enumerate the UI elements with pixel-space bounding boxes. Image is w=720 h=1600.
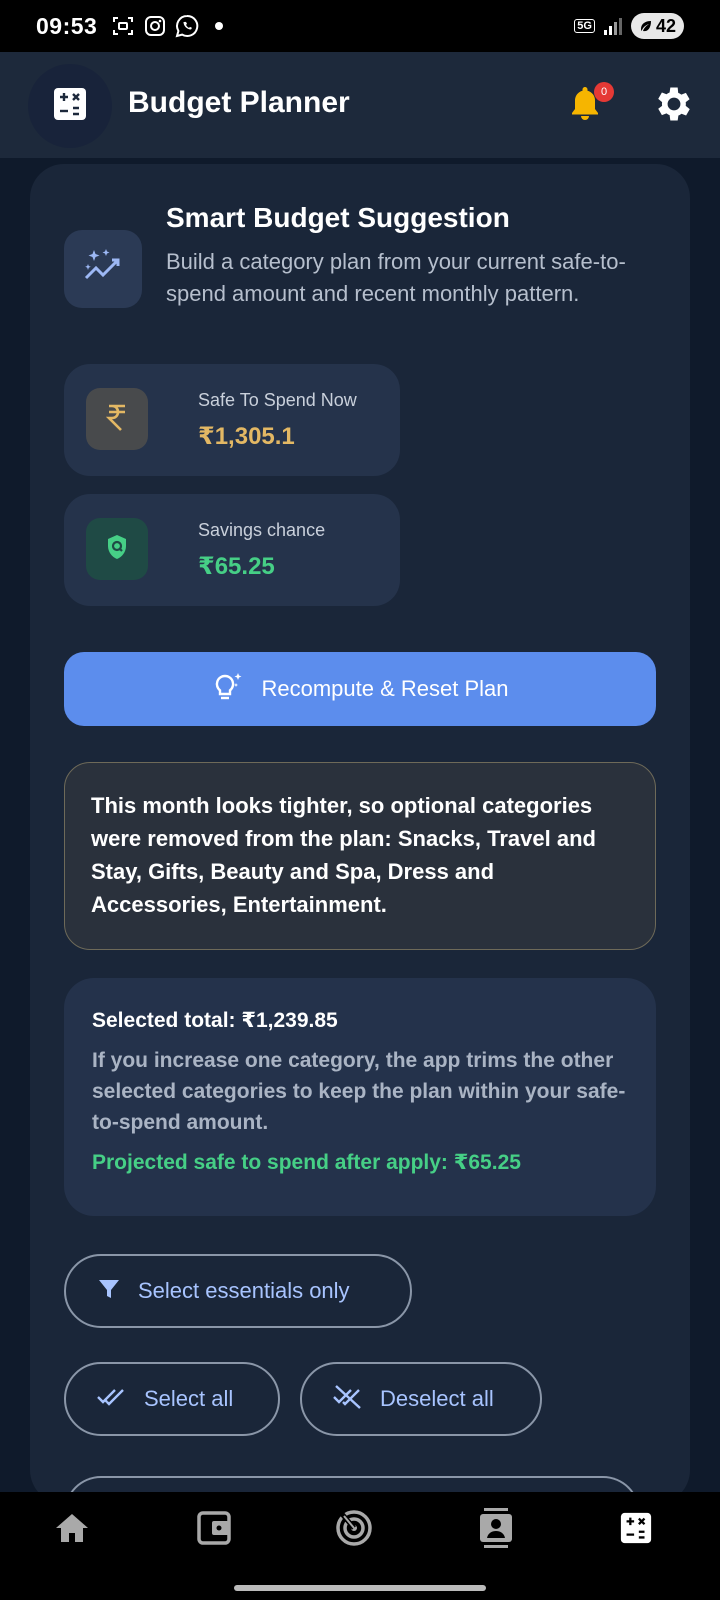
status-time: 09:53 — [36, 12, 98, 39]
notification-count-badge: 0 — [594, 82, 614, 102]
status-bar: 09:53 5G 42 — [0, 0, 720, 52]
recompute-reset-button[interactable]: Recompute & Reset Plan — [64, 652, 656, 726]
bell-icon — [568, 87, 602, 126]
safe-to-spend-label: Safe To Spend Now — [198, 390, 357, 410]
rupee-icon-tile — [86, 388, 148, 450]
double-check-icon — [96, 1386, 128, 1413]
projected-safe-to-spend: Projected safe to spend after apply: ₹65… — [92, 1151, 521, 1174]
notification-dot — [215, 22, 224, 30]
safe-to-spend-card: Safe To Spend Now ₹1,305.1 — [64, 364, 400, 476]
battery-icon: 42 — [630, 13, 684, 39]
app-header: Budget Planner 0 — [0, 52, 720, 158]
instagram-icon — [143, 14, 167, 38]
filter-icon — [96, 1276, 122, 1307]
nav-radar[interactable] — [334, 1508, 374, 1553]
home-indicator[interactable] — [234, 1585, 486, 1591]
app-logo[interactable] — [28, 64, 112, 148]
shield-icon-tile — [86, 518, 148, 580]
savings-chance-value: ₹65.25 — [198, 553, 275, 580]
bottom-navigation — [0, 1492, 720, 1600]
selection-summary: Selected total: ₹1,239.85 If you increas… — [64, 978, 656, 1216]
settings-button[interactable] — [652, 82, 696, 126]
savings-chance-label: Savings chance — [198, 520, 326, 540]
nav-wallet[interactable] — [194, 1510, 234, 1550]
page-title: Budget Planner — [128, 86, 350, 119]
lightbulb-icon — [211, 670, 245, 709]
suggestion-title: Smart Budget Suggestion — [166, 202, 510, 233]
nav-home[interactable] — [52, 1510, 92, 1550]
home-icon — [54, 1511, 90, 1550]
network-5g-label: 5G — [574, 19, 595, 33]
deselect-all-button[interactable]: Deselect all — [300, 1362, 542, 1436]
status-system-icons: 5G 42 — [574, 13, 684, 39]
screenshot-icon — [111, 14, 135, 38]
notifications-button[interactable]: 0 — [568, 82, 614, 126]
rupee-icon — [104, 402, 130, 437]
gear-icon — [652, 87, 696, 130]
shield-icon — [105, 533, 129, 566]
signal-icon — [601, 14, 625, 38]
sparkle-trend-icon — [82, 246, 124, 293]
select-all-button[interactable]: Select all — [64, 1362, 280, 1436]
tight-month-notice: This month looks tighter, so optional ca… — [64, 762, 656, 950]
calculator-icon — [52, 86, 88, 127]
wallet-icon — [196, 1510, 232, 1551]
remove-done-icon — [332, 1383, 364, 1416]
safe-to-spend-value: ₹1,305.1 — [198, 423, 295, 450]
nav-calculator[interactable] — [616, 1510, 656, 1550]
suggestion-icon-tile — [64, 230, 142, 308]
select-essentials-button[interactable]: Select essentials only — [64, 1254, 412, 1328]
selected-total: Selected total: ₹1,239.85 — [92, 1009, 338, 1032]
radar-icon — [334, 1508, 374, 1553]
nav-contacts[interactable] — [476, 1507, 516, 1553]
calculator-icon — [619, 1511, 653, 1550]
recompute-reset-label: Recompute & Reset Plan — [261, 676, 509, 701]
battery-level: 42 — [655, 15, 676, 36]
smart-budget-card: Smart Budget Suggestion Build a category… — [30, 164, 690, 1550]
select-essentials-label: Select essentials only — [138, 1278, 350, 1303]
summary-description: If you increase one category, the app tr… — [92, 1049, 626, 1134]
savings-chance-card: Savings chance ₹65.25 — [64, 494, 400, 606]
contacts-icon — [478, 1507, 514, 1553]
notice-text: This month looks tighter, so optional ca… — [91, 793, 596, 917]
whatsapp-icon — [175, 14, 199, 38]
select-all-label: Select all — [144, 1386, 234, 1411]
status-notification-icons — [111, 14, 224, 38]
suggestion-description: Build a category plan from your current … — [166, 249, 626, 306]
deselect-all-label: Deselect all — [380, 1386, 494, 1411]
